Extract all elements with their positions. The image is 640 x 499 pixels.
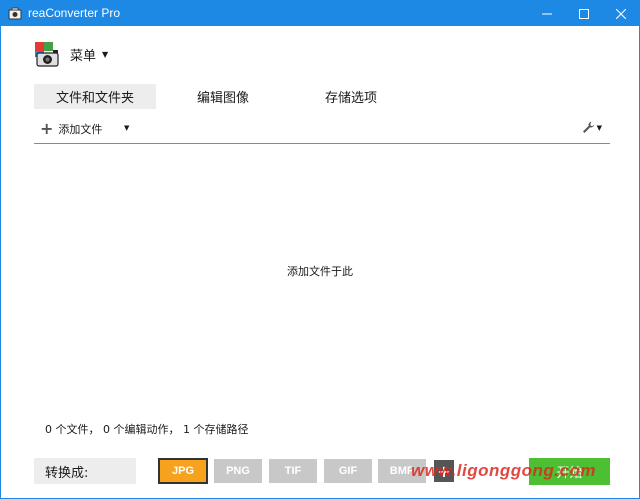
app-window: reaConverter Pro 菜单 ▼ 文件和文件夹 编辑图像 存储选项 +… bbox=[0, 0, 640, 499]
app-icon bbox=[8, 7, 22, 20]
title-bar: reaConverter Pro bbox=[1, 1, 639, 26]
close-button[interactable] bbox=[598, 1, 640, 26]
add-files-button[interactable]: + 添加文件 bbox=[40, 120, 102, 138]
files-toolbar: + 添加文件 ▼ ▼ bbox=[34, 118, 610, 144]
format-png-button[interactable]: PNG bbox=[214, 459, 262, 483]
add-files-dropdown-icon[interactable]: ▼ bbox=[124, 124, 129, 132]
add-files-label: 添加文件 bbox=[58, 123, 103, 136]
plus-icon: + bbox=[40, 119, 54, 138]
watermark: www.ligonggong.com bbox=[411, 461, 596, 480]
chevron-down-icon: ▼ bbox=[102, 49, 109, 59]
close-icon bbox=[616, 8, 626, 19]
reaconverter-logo-icon bbox=[35, 42, 59, 67]
maximize-icon bbox=[579, 8, 589, 19]
format-gif-button[interactable]: GIF bbox=[324, 459, 372, 483]
settings-button[interactable]: ▼ bbox=[582, 121, 602, 134]
tab-saving-options[interactable]: 存储选项 bbox=[299, 84, 403, 109]
status-text: 0 个文件， 0 个编辑动作， 1 个存储路径 bbox=[45, 423, 249, 436]
chevron-down-icon: ▼ bbox=[596, 123, 602, 132]
wrench-icon bbox=[582, 121, 594, 133]
tab-edit-images[interactable]: 编辑图像 bbox=[171, 84, 275, 109]
main-menu[interactable]: 菜单 ▼ bbox=[34, 40, 108, 68]
drop-files-hint[interactable]: 添加文件于此 bbox=[1, 263, 639, 279]
tab-files-and-folders[interactable]: 文件和文件夹 bbox=[34, 84, 156, 109]
window-title: reaConverter Pro bbox=[28, 6, 121, 20]
menu-label: 菜单 bbox=[70, 48, 97, 64]
convert-to-label: 转换成: bbox=[34, 458, 136, 484]
format-jpg-button[interactable]: JPG bbox=[158, 458, 208, 484]
minimize-icon bbox=[542, 13, 552, 14]
format-tif-button[interactable]: TIF bbox=[269, 459, 317, 483]
